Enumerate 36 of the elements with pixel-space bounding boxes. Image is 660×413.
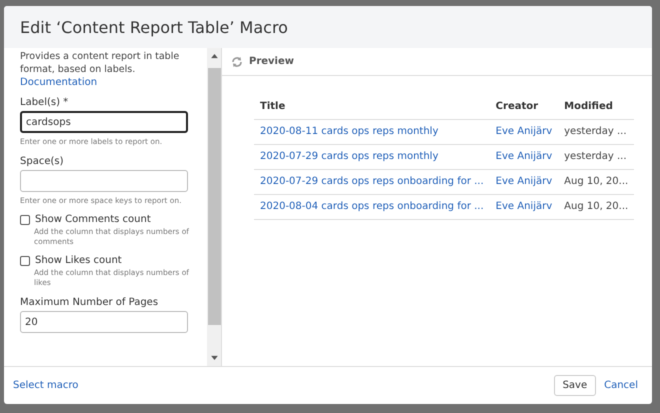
input-field[interactable] xyxy=(20,170,188,192)
preview-title: Preview xyxy=(249,56,294,67)
checkbox[interactable] xyxy=(20,214,30,224)
checkbox-label: Show Likes count xyxy=(35,255,122,266)
checkbox[interactable] xyxy=(20,256,30,266)
refresh-icon[interactable] xyxy=(231,56,243,68)
documentation-link[interactable]: Documentation xyxy=(20,76,207,90)
creator-link[interactable]: Eve Anijärv xyxy=(496,126,552,137)
scroll-down-icon[interactable] xyxy=(210,355,218,360)
save-button[interactable]: Save xyxy=(554,375,596,396)
page-link[interactable]: 2020-07-29 cards ops reps monthly xyxy=(260,151,438,162)
input-field[interactable]: cardsops xyxy=(20,111,188,133)
table-cell: yesterday ... xyxy=(564,126,627,137)
checkbox-label: Show Comments count xyxy=(35,214,151,225)
field-label: Maximum Number of Pages xyxy=(20,296,160,309)
page-link[interactable]: 2020-08-04 cards ops reps onboarding for ... xyxy=(260,201,484,212)
creator-link[interactable]: Eve Anijärv xyxy=(496,176,552,187)
input-field[interactable]: 20 xyxy=(20,311,188,333)
table-cell: Aug 10, 20... xyxy=(564,176,628,187)
scroll-up-icon[interactable] xyxy=(210,54,218,59)
creator-link[interactable]: Eve Anijärv xyxy=(496,151,552,162)
field-label: Label(s) * xyxy=(20,96,70,109)
table-cell: Aug 10, 20... xyxy=(564,201,628,212)
creator-link[interactable]: Eve Anijärv xyxy=(496,201,552,212)
macro-description: Provides a content report in table format, based on labels. xyxy=(20,50,180,76)
select-macro-link[interactable]: Select macro xyxy=(13,380,78,391)
column-header: Title xyxy=(254,96,490,120)
cancel-link[interactable]: Cancel xyxy=(604,380,638,391)
page-link[interactable]: 2020-08-11 cards ops reps monthly xyxy=(260,126,438,137)
page-link[interactable]: 2020-07-29 cards ops reps onboarding for ... xyxy=(260,176,484,187)
column-header: Modified xyxy=(558,96,634,120)
scrollbar[interactable] xyxy=(207,48,221,366)
field-label: Space(s) xyxy=(20,155,64,168)
dialog-title: Edit ‘Content Report Table’ Macro xyxy=(20,18,288,36)
column-header: Creator xyxy=(490,96,558,120)
table-cell: yesterday ... xyxy=(564,151,627,162)
